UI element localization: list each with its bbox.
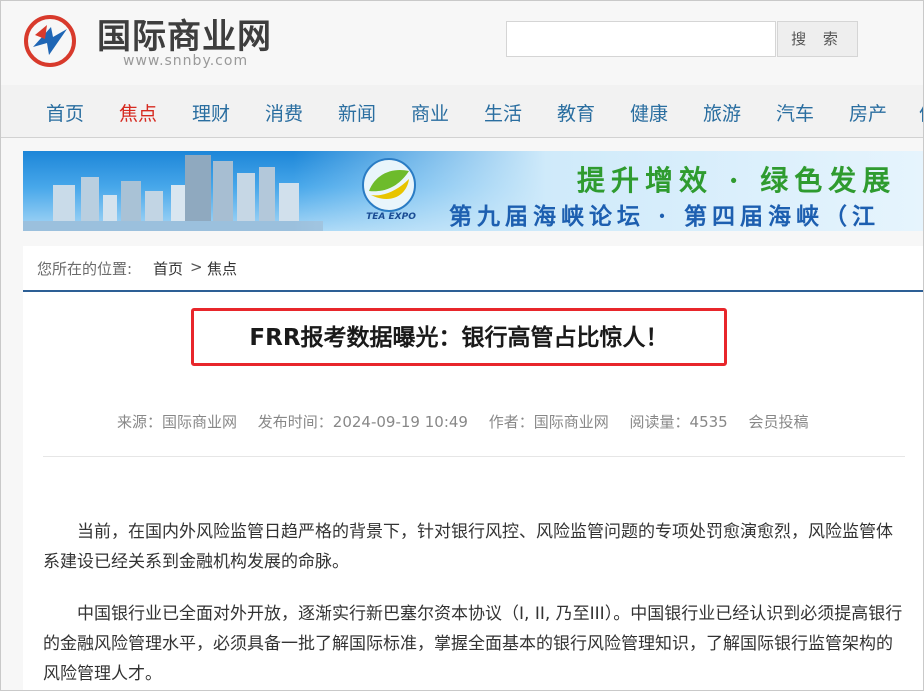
site-header: 国际商业网 www.snnby.com 搜 索 — [1, 1, 923, 85]
search-input[interactable] — [506, 21, 776, 57]
ad-banner[interactable]: TEA EXPO 提升增效 · 绿色发展 第九届海峡论坛 · 第四届海峡（江 — [23, 151, 923, 231]
nav-item-news[interactable]: 新闻 — [338, 99, 376, 126]
breadcrumb-current[interactable]: 焦点 — [207, 258, 237, 279]
breadcrumb-home[interactable]: 首页 — [153, 258, 183, 279]
nav-item-education[interactable]: 教育 — [557, 99, 595, 126]
meta-submit-link[interactable]: 会员投稿 — [749, 413, 809, 431]
nav-item-focus[interactable]: 焦点 — [119, 99, 157, 126]
meta-published: 发布时间：2024-09-19 10:49 — [257, 413, 468, 431]
tea-expo-label: TEA EXPO — [366, 212, 416, 222]
nav-item-business[interactable]: 商业 — [411, 99, 449, 126]
nav-item-sports[interactable]: 体 — [919, 99, 923, 126]
nav-item-finance[interactable]: 理财 — [192, 99, 230, 126]
nav-item-realestate[interactable]: 房产 — [849, 99, 887, 126]
skyline-illustration — [23, 155, 323, 231]
site-name[interactable]: 国际商业网 — [97, 9, 272, 58]
meta-source: 来源：国际商业网 — [117, 413, 238, 431]
nav-item-consumption[interactable]: 消费 — [265, 99, 303, 126]
article-card: 您所在的位置: 首页 > 焦点 FRR报考数据曝光：银行高管占比惊人！ 来源：国… — [23, 246, 923, 690]
article-paragraph-2: 中国银行业已全面对外开放，逐渐实行新巴塞尔资本协议（I, II, 乃至III）。… — [43, 604, 903, 684]
meta-author: 作者：国际商业网 — [488, 413, 609, 431]
nav-item-health[interactable]: 健康 — [630, 99, 668, 126]
banner-headline: 提升增效 · 绿色发展 — [577, 164, 897, 197]
tea-expo-logo-icon — [362, 158, 416, 212]
browser-page: 国际商业网 www.snnby.com 搜 索 首页 焦点 理财 消费 新闻 商… — [0, 0, 924, 691]
article-meta: 来源：国际商业网 发布时间：2024-09-19 10:49 作者：国际商业网 … — [117, 411, 825, 432]
nav-item-home[interactable]: 首页 — [46, 99, 84, 126]
meta-divider — [43, 456, 905, 457]
nav-item-auto[interactable]: 汽车 — [776, 99, 814, 126]
nav-item-life[interactable]: 生活 — [484, 99, 522, 126]
breadcrumb: 您所在的位置: 首页 > 焦点 — [23, 246, 923, 292]
site-logo-icon[interactable] — [23, 15, 77, 67]
breadcrumb-label: 您所在的位置: — [37, 260, 133, 278]
nav-item-travel[interactable]: 旅游 — [703, 99, 741, 126]
meta-reads: 阅读量：4535 — [629, 413, 728, 431]
site-url: www.snnby.com — [123, 53, 249, 69]
breadcrumb-separator: > — [190, 258, 203, 276]
search-button[interactable]: 搜 索 — [777, 21, 858, 57]
article-title: FRR报考数据曝光：银行高管占比惊人！ — [249, 325, 669, 351]
article-paragraph-1: 当前，在国内外风险监管日趋严格的背景下，针对银行风控、风险监管问题的专项处罚愈演… — [43, 522, 893, 572]
main-nav: 首页 焦点 理财 消费 新闻 商业 生活 教育 健康 旅游 汽车 房产 体 — [1, 85, 923, 138]
banner-subheadline: 第九届海峡论坛 · 第四届海峡（江 — [449, 203, 881, 230]
title-highlight-box: FRR报考数据曝光：银行高管占比惊人！ — [191, 308, 727, 366]
